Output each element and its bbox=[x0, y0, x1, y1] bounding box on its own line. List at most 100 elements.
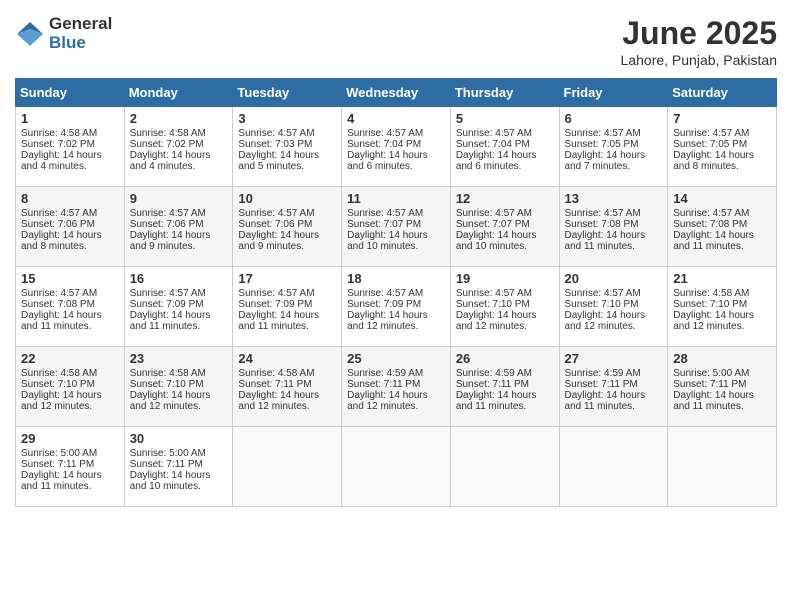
header-thursday: Thursday bbox=[450, 79, 559, 107]
calendar-cell bbox=[233, 427, 342, 507]
day-number: 21 bbox=[673, 271, 771, 286]
cell-text: Sunset: 7:04 PM bbox=[347, 139, 445, 150]
cell-text: Daylight: 14 hours bbox=[130, 470, 228, 481]
cell-text: Sunset: 7:06 PM bbox=[238, 219, 336, 230]
calendar-week-3: 15Sunrise: 4:57 AMSunset: 7:08 PMDayligh… bbox=[16, 267, 777, 347]
day-number: 17 bbox=[238, 271, 336, 286]
cell-text: Sunset: 7:09 PM bbox=[238, 299, 336, 310]
logo-text: General Blue bbox=[49, 15, 112, 52]
calendar-cell bbox=[559, 427, 668, 507]
cell-text: Sunset: 7:06 PM bbox=[21, 219, 119, 230]
cell-text: and 12 minutes. bbox=[347, 321, 445, 332]
cell-text: Sunset: 7:11 PM bbox=[347, 379, 445, 390]
cell-text: Daylight: 14 hours bbox=[673, 230, 771, 241]
cell-text: Sunrise: 4:59 AM bbox=[347, 368, 445, 379]
calendar-week-2: 8Sunrise: 4:57 AMSunset: 7:06 PMDaylight… bbox=[16, 187, 777, 267]
day-number: 24 bbox=[238, 351, 336, 366]
header-tuesday: Tuesday bbox=[233, 79, 342, 107]
logo-blue: Blue bbox=[49, 34, 112, 53]
day-number: 26 bbox=[456, 351, 554, 366]
cell-text: and 10 minutes. bbox=[347, 241, 445, 252]
cell-text: and 9 minutes. bbox=[130, 241, 228, 252]
cell-text: Daylight: 14 hours bbox=[21, 470, 119, 481]
calendar-cell: 13Sunrise: 4:57 AMSunset: 7:08 PMDayligh… bbox=[559, 187, 668, 267]
cell-text: Sunrise: 4:57 AM bbox=[347, 208, 445, 219]
header-monday: Monday bbox=[124, 79, 233, 107]
cell-text: and 10 minutes. bbox=[456, 241, 554, 252]
cell-text: and 12 minutes. bbox=[456, 321, 554, 332]
cell-text: and 7 minutes. bbox=[565, 161, 663, 172]
calendar-cell: 6 Sunrise: 4:57 AMSunset: 7:05 PMDaylight… bbox=[559, 107, 668, 187]
calendar-cell: 9Sunrise: 4:57 AMSunset: 7:06 PMDaylight… bbox=[124, 187, 233, 267]
cell-text: Sunrise: 4:59 AM bbox=[565, 368, 663, 379]
calendar-cell: 30Sunrise: 5:00 AMSunset: 7:11 PMDayligh… bbox=[124, 427, 233, 507]
cell-text: and 12 minutes. bbox=[673, 321, 771, 332]
day-number: 22 bbox=[21, 351, 119, 366]
cell-text: Daylight: 14 hours bbox=[21, 390, 119, 401]
day-number: 11 bbox=[347, 191, 445, 206]
calendar-cell: 23Sunrise: 4:58 AMSunset: 7:10 PMDayligh… bbox=[124, 347, 233, 427]
day-number: 23 bbox=[130, 351, 228, 366]
calendar-cell bbox=[342, 427, 451, 507]
cell-text: Sunset: 7:08 PM bbox=[565, 219, 663, 230]
cell-text: Daylight: 14 hours bbox=[21, 150, 119, 161]
cell-text: Sunrise: 4:58 AM bbox=[21, 368, 119, 379]
day-number: 19 bbox=[456, 271, 554, 286]
cell-text: and 11 minutes. bbox=[238, 321, 336, 332]
calendar-cell: 27Sunrise: 4:59 AMSunset: 7:11 PMDayligh… bbox=[559, 347, 668, 427]
cell-text: Sunrise: 4:57 AM bbox=[130, 288, 228, 299]
cell-text: and 6 minutes. bbox=[456, 161, 554, 172]
cell-text: Sunset: 7:04 PM bbox=[456, 139, 554, 150]
cell-text: Sunset: 7:07 PM bbox=[456, 219, 554, 230]
cell-text: Daylight: 14 hours bbox=[565, 310, 663, 321]
cell-text: Daylight: 14 hours bbox=[347, 230, 445, 241]
cell-text: Sunset: 7:08 PM bbox=[673, 219, 771, 230]
cell-text: and 11 minutes. bbox=[565, 241, 663, 252]
cell-text: and 11 minutes. bbox=[21, 321, 119, 332]
calendar-cell: 16Sunrise: 4:57 AMSunset: 7:09 PMDayligh… bbox=[124, 267, 233, 347]
cell-text: Sunrise: 4:57 AM bbox=[21, 208, 119, 219]
cell-text: Sunset: 7:11 PM bbox=[21, 459, 119, 470]
cell-text: Sunrise: 4:57 AM bbox=[21, 288, 119, 299]
day-number: 15 bbox=[21, 271, 119, 286]
cell-text: Daylight: 14 hours bbox=[238, 230, 336, 241]
cell-text: Sunrise: 4:57 AM bbox=[673, 208, 771, 219]
calendar-cell: 20Sunrise: 4:57 AMSunset: 7:10 PMDayligh… bbox=[559, 267, 668, 347]
cell-text: and 12 minutes. bbox=[130, 401, 228, 412]
day-number: 10 bbox=[238, 191, 336, 206]
cell-text: Sunrise: 4:57 AM bbox=[456, 288, 554, 299]
cell-text: Daylight: 14 hours bbox=[238, 150, 336, 161]
cell-text: Daylight: 14 hours bbox=[565, 150, 663, 161]
cell-text: Daylight: 14 hours bbox=[21, 230, 119, 241]
cell-text: Sunset: 7:06 PM bbox=[130, 219, 228, 230]
calendar-cell: 29Sunrise: 5:00 AMSunset: 7:11 PMDayligh… bbox=[16, 427, 125, 507]
calendar-cell: 21Sunrise: 4:58 AMSunset: 7:10 PMDayligh… bbox=[668, 267, 777, 347]
cell-text: Sunrise: 4:57 AM bbox=[238, 128, 336, 139]
cell-text: Sunset: 7:11 PM bbox=[238, 379, 336, 390]
cell-text: Sunset: 7:07 PM bbox=[347, 219, 445, 230]
cell-text: Sunset: 7:05 PM bbox=[565, 139, 663, 150]
calendar-cell: 1Sunrise: 4:58 AMSunset: 7:02 PMDaylight… bbox=[16, 107, 125, 187]
cell-text: Sunrise: 4:57 AM bbox=[130, 208, 228, 219]
month-title: June 2025 bbox=[621, 15, 777, 52]
cell-text: and 11 minutes. bbox=[673, 241, 771, 252]
day-number: 6 bbox=[565, 111, 663, 126]
day-number: 27 bbox=[565, 351, 663, 366]
day-number: 9 bbox=[130, 191, 228, 206]
day-number: 4 bbox=[347, 111, 445, 126]
cell-text: and 11 minutes. bbox=[130, 321, 228, 332]
calendar-cell bbox=[668, 427, 777, 507]
calendar-cell: 15Sunrise: 4:57 AMSunset: 7:08 PMDayligh… bbox=[16, 267, 125, 347]
calendar-cell: 11 Sunrise: 4:57 AMSunset: 7:07 PMDayligh… bbox=[342, 187, 451, 267]
cell-text: Sunset: 7:09 PM bbox=[347, 299, 445, 310]
cell-text: Sunset: 7:03 PM bbox=[238, 139, 336, 150]
cell-text: Daylight: 14 hours bbox=[456, 230, 554, 241]
day-number: 5 bbox=[456, 111, 554, 126]
cell-text: Sunrise: 4:57 AM bbox=[565, 128, 663, 139]
day-number: 2 bbox=[130, 111, 228, 126]
cell-text: Daylight: 14 hours bbox=[456, 390, 554, 401]
day-number: 3 bbox=[238, 111, 336, 126]
cell-text: and 12 minutes. bbox=[21, 401, 119, 412]
cell-text: and 11 minutes. bbox=[456, 401, 554, 412]
day-number: 1 bbox=[21, 111, 119, 126]
